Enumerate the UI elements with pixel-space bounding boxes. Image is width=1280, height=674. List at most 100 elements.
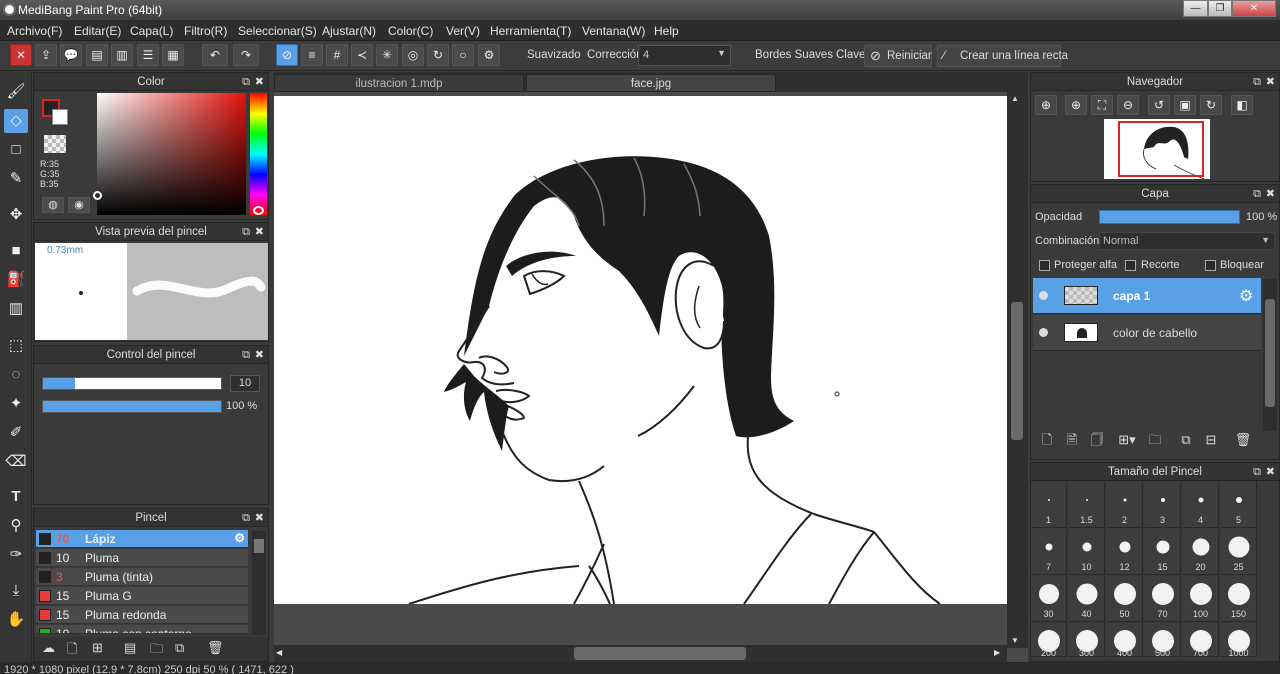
menu-ver[interactable]: Ver(V) (446, 24, 480, 38)
brush-size-option[interactable]: 150 (1221, 576, 1257, 622)
brush-size-option[interactable]: 100 (1183, 576, 1219, 622)
delete-brush-icon[interactable]: 🗑 (207, 640, 224, 656)
hue-slider[interactable] (250, 93, 267, 215)
vertical-scrollbar[interactable]: ▲ ▼ (1007, 92, 1028, 648)
circle-snap-icon[interactable]: ◎ (402, 44, 424, 66)
brush-size-option[interactable]: 500 (1145, 623, 1181, 657)
menu-capa[interactable]: Capa(L) (130, 24, 173, 38)
panel-close-icon[interactable]: ✖ (255, 223, 264, 241)
zoom-out-icon[interactable]: ⊖ (1117, 95, 1139, 115)
radial-snap-icon[interactable]: ✳ (376, 44, 398, 66)
brush-size-option[interactable]: 4 (1183, 482, 1219, 528)
layer-row-capa-1[interactable]: capa 1 ⚙ (1033, 278, 1261, 314)
lasso-tool-icon[interactable]: ◌ (4, 363, 28, 387)
folder-icon[interactable]: 🗀 (150, 640, 163, 662)
brush-list-item[interactable]: 15 Pluma redonda (36, 606, 248, 624)
transparent-color-swatch[interactable] (44, 135, 66, 153)
minimize-button[interactable]: — (1183, 0, 1208, 17)
proteger-alfa-checkbox[interactable] (1039, 260, 1050, 271)
panel-close-icon[interactable]: ✖ (255, 509, 264, 527)
brush-settings-icon[interactable]: ▤ (124, 640, 136, 656)
color-palette-icon[interactable]: ◍ (42, 197, 64, 213)
undo-icon[interactable]: ↶ (202, 44, 228, 66)
undock-icon[interactable]: ⧉ (242, 509, 250, 527)
brush-size-option[interactable]: 300 (1069, 623, 1105, 657)
ellipse-snap-icon[interactable]: ○ (452, 44, 474, 66)
brush-size-option[interactable]: 20 (1183, 529, 1219, 575)
brush-size-option[interactable]: 25 (1221, 529, 1257, 575)
hand-tool-icon[interactable]: ✋ (4, 608, 28, 632)
delete-layer-icon[interactable]: 🗑 (1232, 430, 1254, 450)
rotate-left-icon[interactable]: ↺ (1148, 95, 1170, 115)
brush-size-option[interactable]: 700 (1183, 623, 1219, 657)
panel-close-icon[interactable]: ✖ (255, 73, 264, 91)
recorte-checkbox[interactable] (1125, 260, 1136, 271)
reset-view-icon[interactable]: ▣ (1174, 95, 1196, 115)
gradient-tool-icon[interactable]: ▥ (4, 297, 28, 321)
list-icon[interactable]: ☰ (137, 44, 159, 66)
navigator-viewport[interactable] (1118, 121, 1204, 177)
add-brush-icon[interactable]: ⊞ (92, 640, 103, 656)
pen-tool-icon[interactable]: ✎ (4, 167, 28, 191)
brush-list-item[interactable]: 3 Pluma (tinta) (36, 568, 248, 586)
brush-size-option[interactable]: 50 (1107, 576, 1143, 622)
brush-size-option[interactable]: 40 (1069, 576, 1105, 622)
grid-icon[interactable]: ▦ (162, 44, 184, 66)
layer-settings-icon[interactable]: ⚙ (1239, 286, 1253, 306)
panel-close-icon[interactable]: ✖ (1266, 73, 1275, 91)
menu-ventana[interactable]: Ventana(W) (582, 24, 645, 38)
select-pen-tool-icon[interactable]: ✐ (4, 421, 28, 445)
brush-opacity-slider[interactable] (42, 400, 222, 413)
curve-snap-icon[interactable]: ↻ (427, 44, 449, 66)
share-icon[interactable]: ⇪ (35, 44, 57, 66)
dot-tool-icon[interactable]: □ (4, 138, 28, 162)
vertical-scroll-thumb[interactable] (1011, 302, 1023, 440)
scroll-up-icon[interactable]: ▲ (1011, 94, 1019, 103)
brush-size-option[interactable]: 30 (1031, 576, 1067, 622)
panel-close-icon[interactable]: ✖ (1266, 185, 1275, 203)
message-icon[interactable]: ▤ (86, 44, 108, 66)
folder-icon[interactable]: 🗀 (1144, 430, 1166, 450)
undock-icon[interactable]: ⧉ (1253, 463, 1261, 481)
move-tool-icon[interactable]: ✥ (4, 203, 28, 227)
scroll-right-icon[interactable]: ▶ (994, 648, 1000, 657)
cloud-brush-icon[interactable]: ☁ (42, 640, 55, 656)
brush-list-item[interactable]: 10 Pluma (36, 549, 248, 567)
divide-tool-icon[interactable]: ⚲ (4, 514, 28, 538)
bloquear-checkbox[interactable] (1205, 260, 1216, 271)
brush-size-option[interactable]: 70 (1145, 576, 1181, 622)
eraser-tool-icon[interactable]: ◇ (4, 109, 28, 133)
menu-herramienta[interactable]: Herramienta(T) (490, 24, 571, 38)
undock-icon[interactable]: ⧉ (1253, 185, 1261, 203)
brush-size-option[interactable]: 12 (1107, 529, 1143, 575)
maximize-button[interactable]: ❐ (1208, 0, 1232, 17)
snap-off-icon[interactable]: ⊘ (276, 44, 298, 66)
saturation-value-picker[interactable] (93, 93, 246, 215)
correccion-select[interactable]: 4 ▼ (638, 45, 731, 66)
layer-row-color-de-cabello[interactable]: color de cabello (1033, 315, 1261, 351)
parallel-snap-icon[interactable]: ≡ (301, 44, 323, 66)
brush-size-value[interactable]: 10 (230, 375, 260, 392)
drawing-canvas[interactable] (274, 96, 1007, 604)
merge-layer-icon[interactable]: ⊟ (1200, 430, 1222, 450)
brush-size-option[interactable]: 15 (1145, 529, 1181, 575)
eyedropper-tool-icon[interactable]: ✑ (4, 543, 28, 567)
select-rect-tool-icon[interactable]: ⬚ (4, 334, 28, 358)
grid-snap-icon[interactable]: # (326, 44, 348, 66)
tab-ilustracion[interactable]: ilustracion 1.mdp (274, 74, 524, 92)
brush-size-option[interactable]: 2 (1107, 482, 1143, 528)
menu-seleccionar[interactable]: Seleccionar(S) (238, 24, 317, 38)
magic-wand-tool-icon[interactable]: ✦ (4, 392, 28, 416)
text-tool-icon[interactable]: T (4, 485, 28, 509)
comment-icon[interactable]: 💬 (60, 44, 82, 66)
menu-archivo[interactable]: Archivo(F) (7, 24, 62, 38)
layer-opacity-slider[interactable] (1099, 210, 1240, 224)
new-layer-icon[interactable]: 🗋 (1036, 430, 1058, 450)
add-layer-menu-icon[interactable]: ⊞▾ (1113, 430, 1141, 450)
blend-mode-select[interactable]: Normal ▼ (1099, 232, 1275, 250)
menu-filtro[interactable]: Filtro(R) (184, 24, 227, 38)
undock-icon[interactable]: ⧉ (1253, 73, 1261, 91)
fill-rect-tool-icon[interactable]: ■ (4, 239, 28, 263)
bucket-tool-icon[interactable]: ⛽ (4, 268, 28, 292)
dropper-tool-icon[interactable]: ⤓ (4, 579, 28, 603)
